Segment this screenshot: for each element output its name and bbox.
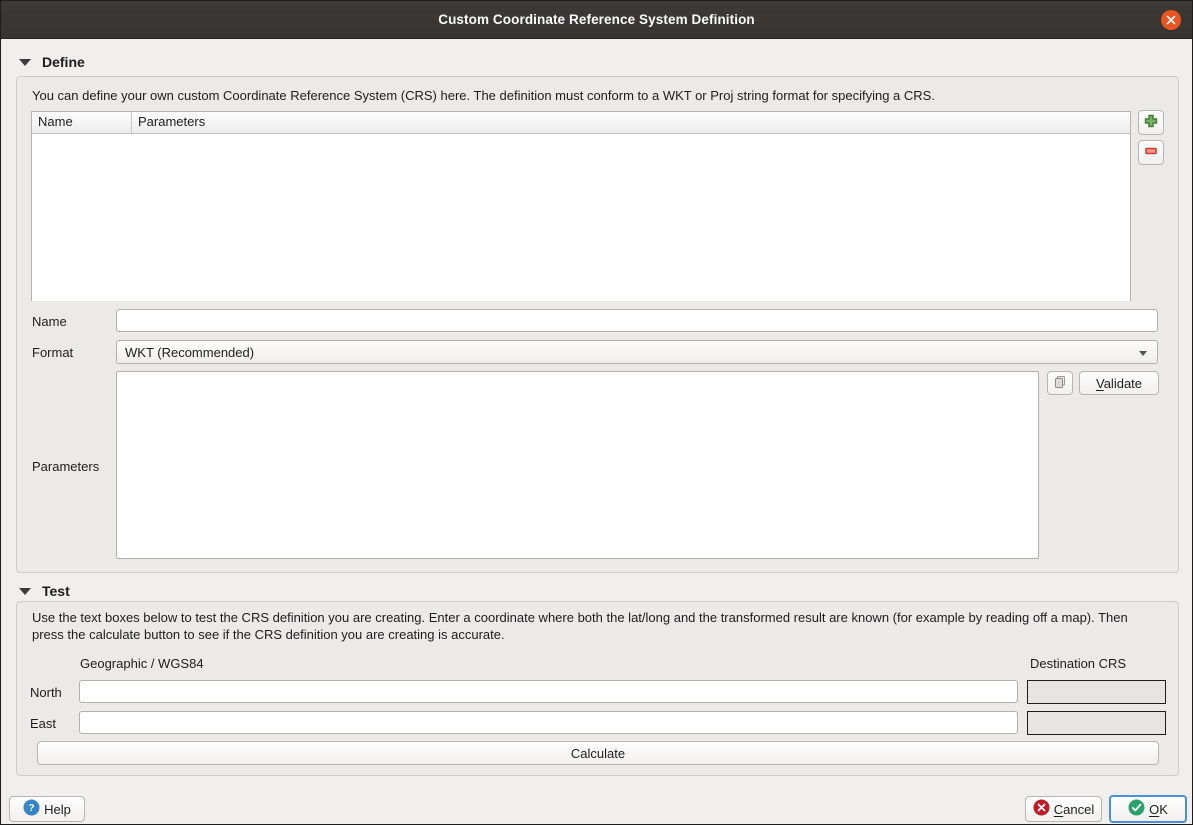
- destination-crs-label: Destination CRS: [1030, 656, 1126, 671]
- close-icon: [1166, 15, 1176, 25]
- ok-check-icon: [1128, 799, 1145, 819]
- svg-text:?: ?: [28, 802, 34, 814]
- north-input[interactable]: [79, 680, 1018, 703]
- validate-button-label: Validate: [1096, 376, 1142, 391]
- format-selected-value: WKT (Recommended): [125, 345, 254, 360]
- minus-icon: [1143, 143, 1159, 162]
- copy-parameters-button[interactable]: [1047, 371, 1073, 395]
- chevron-down-icon: [1139, 351, 1147, 356]
- column-header-parameters[interactable]: Parameters: [132, 112, 1130, 133]
- define-section-toggle[interactable]: Define: [19, 54, 85, 70]
- calculate-button[interactable]: Calculate: [37, 741, 1159, 765]
- format-label: Format: [32, 345, 73, 360]
- collapse-arrow-icon: [19, 588, 31, 595]
- test-groupbox: Use the text boxes below to test the CRS…: [16, 601, 1179, 776]
- help-icon: ?: [23, 799, 40, 819]
- define-groupbox: You can define your own custom Coordinat…: [16, 76, 1179, 573]
- north-label: North: [30, 685, 62, 700]
- parameters-label: Parameters: [32, 459, 99, 474]
- east-label: East: [30, 716, 56, 731]
- validate-button[interactable]: Validate: [1079, 371, 1159, 395]
- close-button[interactable]: [1161, 10, 1181, 30]
- crs-table-header: Name Parameters: [32, 112, 1130, 134]
- test-description: Use the text boxes below to test the CRS…: [32, 610, 1163, 643]
- format-dropdown[interactable]: WKT (Recommended): [116, 340, 1158, 364]
- test-section-title: Test: [42, 583, 70, 599]
- crs-name-input[interactable]: [116, 309, 1158, 332]
- cancel-button[interactable]: Cancel: [1025, 796, 1102, 822]
- crs-table-body[interactable]: [32, 134, 1130, 301]
- test-section-toggle[interactable]: Test: [19, 583, 70, 599]
- crs-list-table[interactable]: Name Parameters: [31, 111, 1131, 301]
- help-button-label: Help: [44, 802, 71, 817]
- remove-crs-button[interactable]: [1138, 140, 1164, 165]
- define-description: You can define your own custom Coordinat…: [32, 88, 1163, 105]
- collapse-arrow-icon: [19, 59, 31, 66]
- parameters-textarea[interactable]: [116, 371, 1039, 559]
- help-button[interactable]: ? Help: [9, 796, 85, 822]
- north-destination-output: [1027, 680, 1166, 704]
- source-crs-label: Geographic / WGS84: [80, 656, 204, 671]
- cancel-icon: [1033, 799, 1050, 819]
- custom-crs-dialog: Custom Coordinate Reference System Defin…: [0, 0, 1193, 825]
- dialog-title: Custom Coordinate Reference System Defin…: [438, 12, 755, 27]
- column-header-name[interactable]: Name: [32, 112, 132, 133]
- define-section-title: Define: [42, 54, 85, 70]
- east-destination-output: [1027, 711, 1166, 735]
- ok-button-label: OK: [1149, 802, 1168, 817]
- name-label: Name: [32, 314, 67, 329]
- east-input[interactable]: [79, 711, 1018, 734]
- ok-button[interactable]: OK: [1109, 795, 1187, 823]
- cancel-button-label: Cancel: [1054, 802, 1094, 817]
- plus-icon: [1143, 113, 1159, 132]
- add-crs-button[interactable]: [1138, 110, 1164, 135]
- copy-icon: [1053, 375, 1067, 392]
- calculate-button-label: Calculate: [571, 746, 625, 761]
- title-bar[interactable]: Custom Coordinate Reference System Defin…: [1, 1, 1192, 39]
